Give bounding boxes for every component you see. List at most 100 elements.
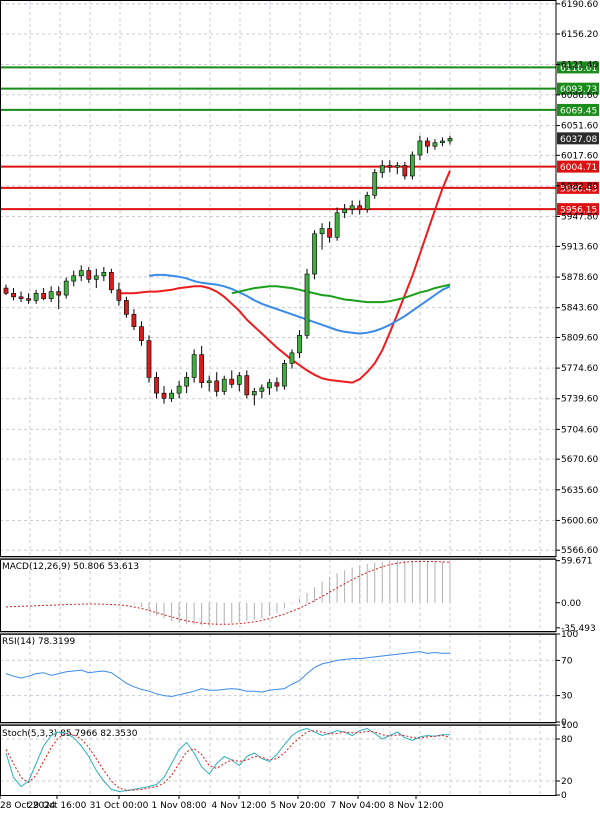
- time-tick-label: 8 Nov 12:00: [389, 801, 444, 811]
- candle-body: [11, 293, 16, 298]
- candle-body: [78, 270, 84, 277]
- time-tick-label: 7 Nov 04:00: [331, 801, 386, 811]
- candle-body: [410, 154, 415, 177]
- candle-body: [440, 140, 445, 144]
- macd-label: MACD(12,26,9) 50.806 53.613: [2, 562, 139, 572]
- candle-body: [3, 287, 9, 294]
- candle-body: [169, 392, 174, 399]
- time-tick-label: 5 Nov 20:00: [271, 801, 326, 811]
- stoch-label: Stoch(5,3,3) 85.7966 82.3530: [2, 729, 138, 739]
- candle-body: [41, 293, 46, 299]
- candle-body: [146, 340, 152, 378]
- candle-body: [289, 352, 295, 364]
- candle-body: [282, 363, 287, 387]
- rsi-label: RSI(14) 78.3199: [2, 637, 75, 647]
- price-tick-label: 5774.60: [561, 364, 598, 374]
- macd-tick-label: 59.671: [561, 557, 593, 567]
- price-tick-label: 5982.80: [561, 182, 598, 192]
- price-tick-label: 5878.60: [561, 273, 598, 283]
- price-tick-label: 6017.60: [561, 151, 598, 161]
- price-tick-label: 6051.60: [561, 122, 598, 132]
- candle-body: [447, 138, 453, 142]
- time-tick-label: 29 Oct 16:00: [28, 801, 87, 811]
- price-tick-label: 5947.80: [561, 212, 598, 222]
- candle-body: [425, 140, 430, 147]
- candle-body: [124, 300, 129, 315]
- candle-body: [319, 228, 325, 235]
- candle-body: [327, 228, 332, 238]
- rsi-tick-label: 30: [561, 692, 573, 702]
- candle-body: [379, 165, 385, 173]
- candle-body: [206, 380, 212, 383]
- candle-body: [417, 140, 423, 156]
- candle-body: [108, 272, 114, 291]
- candle-body: [394, 165, 400, 168]
- candle-body: [33, 293, 39, 301]
- candlesticks: [3, 135, 453, 406]
- price-tick-label: 5670.60: [561, 455, 598, 465]
- level-label: 6069.45: [560, 106, 597, 116]
- candle-body: [86, 270, 92, 280]
- current-price-label: 6037.08: [560, 135, 597, 145]
- candle-body: [236, 375, 242, 385]
- panel-frames: [0, 0, 557, 796]
- panel-separator: [0, 632, 556, 635]
- candle-body: [304, 273, 310, 336]
- candle-body: [402, 165, 408, 177]
- candle-body: [154, 377, 159, 394]
- price-tick-label: 6086.60: [561, 91, 598, 101]
- price-tick-label: 5566.60: [561, 546, 598, 556]
- level-label: 6004.71: [560, 163, 597, 173]
- stoch-tick-label: 80: [561, 735, 573, 745]
- candle-body: [334, 212, 340, 238]
- candle-body: [349, 205, 355, 210]
- panel-separator: [0, 723, 556, 726]
- candle-body: [56, 291, 62, 296]
- candle-body: [372, 172, 378, 196]
- candle-body: [274, 382, 280, 387]
- price-tick-label: 5600.60: [561, 516, 598, 526]
- candle-body: [357, 205, 363, 210]
- candle-body: [244, 375, 250, 396]
- stoch-tick-label: 20: [561, 777, 573, 787]
- candle-body: [116, 289, 122, 301]
- time-axis: 28 Oct 202429 Oct 16:00 31 Oct 00:00 1 Nov…: [0, 795, 444, 811]
- candle-body: [364, 194, 370, 210]
- candle-body: [18, 296, 24, 299]
- macd-panel: MACD(12,26,9) 50.806 53.613 59.6710.00-3…: [2, 557, 596, 634]
- candle-body: [139, 326, 144, 341]
- stoch-panel: Stoch(5,3,3) 85.7966 82.3530 100 80 20 0: [0, 721, 578, 801]
- grid: [0, 0, 556, 795]
- macd-tick-label: 0.00: [561, 599, 581, 609]
- candle-body: [267, 382, 272, 389]
- candle-body: [214, 380, 220, 392]
- rsi-tick-label: 70: [561, 656, 573, 666]
- time-tick-label: 1 Nov 08:00: [152, 801, 207, 811]
- candle-body: [63, 280, 69, 296]
- price-tick-label: 6156.20: [561, 30, 598, 40]
- panel-border: [0, 634, 557, 723]
- candle-body: [93, 275, 99, 280]
- candle-body: [229, 378, 235, 385]
- candle-body: [191, 354, 197, 378]
- candle-body: [312, 233, 317, 275]
- candle-body: [26, 298, 31, 301]
- stoch-tick-label: 100: [561, 721, 578, 731]
- price-tick-label: 5843.60: [561, 304, 598, 314]
- price-tick-label: 5704.60: [561, 425, 598, 435]
- ma-line: [231, 283, 451, 304]
- candle-body: [71, 275, 77, 282]
- price-tick-label: 5809.60: [561, 333, 598, 343]
- candle-body: [432, 142, 438, 147]
- candle-body: [342, 208, 348, 214]
- rsi-tick-label: 100: [561, 630, 578, 640]
- rsi-panel: RSI(14) 78.3199 10070300: [0, 630, 578, 728]
- candle-body: [259, 387, 265, 392]
- candle-body: [161, 392, 167, 399]
- rsi-line: [5, 651, 451, 698]
- candle-body: [184, 377, 189, 387]
- stoch-tick-label: 0: [561, 791, 567, 801]
- candle-body: [176, 385, 182, 394]
- panel-separator: [0, 557, 556, 560]
- trading-chart[interactable]: 6118.016093.736069.456004.715980.435956.…: [0, 0, 600, 813]
